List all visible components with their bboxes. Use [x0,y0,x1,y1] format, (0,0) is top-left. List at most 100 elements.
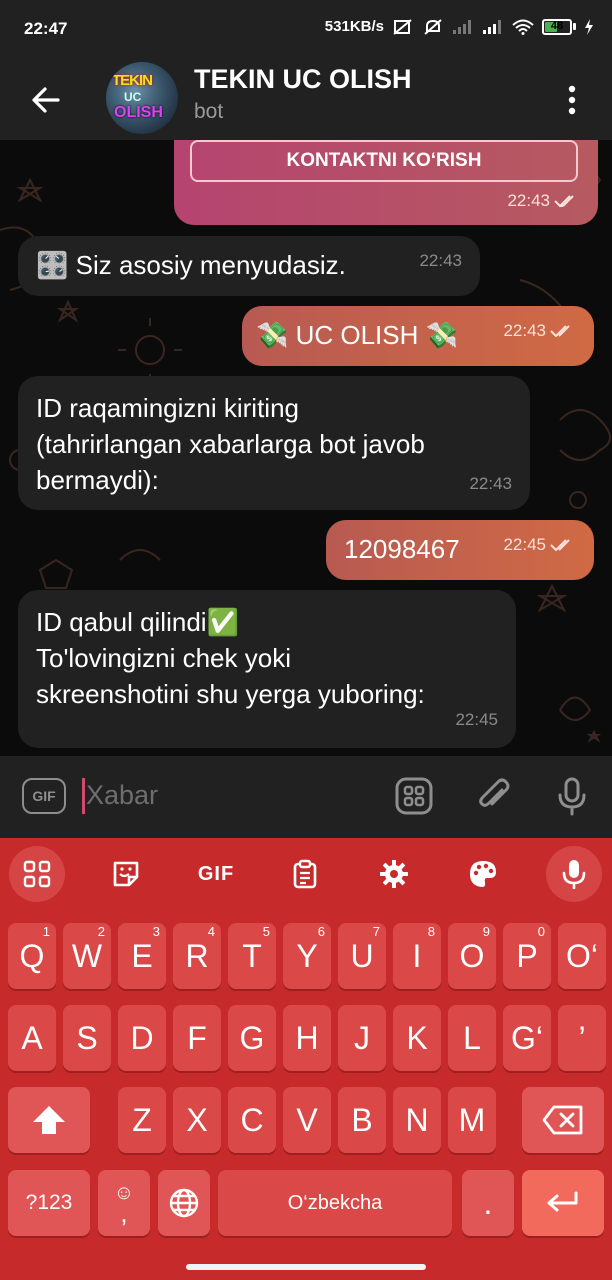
period-key[interactable]: . [462,1170,514,1236]
mute-icon [424,18,442,35]
key-hint: 3 [152,924,160,939]
keyboard: GIF Q 1 W 2 E 3 R 4 T 5 Y 6 U 7 I 8 O 9 P 0 O‘ A S D F G H J K L G‘’ … [0,838,612,1280]
key[interactable]: ’ [558,1005,606,1071]
enter-key[interactable] [522,1170,604,1236]
key[interactable]: Q1 [8,923,56,989]
message-time: 22:45 [455,710,498,729]
chat-area[interactable]: KONTAKTNI KO‘RISH 22:43 🎛️ Siz asosiy me… [0,140,612,756]
attach-icon[interactable] [474,776,514,816]
key[interactable]: H [283,1005,331,1071]
key-hint: 5 [262,924,270,939]
signal-icon [453,19,471,34]
key-hint: 0 [537,924,545,939]
key[interactable]: O9 [448,923,496,989]
key-label: W [71,937,103,974]
message-bubble-incoming[interactable]: ID raqamingizni kiriting (tahrirlangan x… [18,376,530,510]
message-bubble-incoming[interactable]: ID qabul qilindi✅ To'lovingizni chek yok… [18,590,516,748]
chat-title[interactable]: TEKIN UC OLISH [194,64,412,95]
clipboard-icon[interactable] [277,846,333,902]
key[interactable]: W2 [63,923,111,989]
key-hint: 1 [42,924,50,939]
key-label: P [516,937,538,974]
key-hint: 7 [372,924,380,939]
key[interactable]: J [338,1005,386,1071]
message-line: ID raqamingizni kiriting [36,393,299,423]
key[interactable]: M [448,1087,496,1153]
sticker-icon[interactable] [98,846,154,902]
key[interactable]: U7 [338,923,386,989]
key-hint: 6 [317,924,325,939]
message-bubble-incoming[interactable]: 🎛️ Siz asosiy menyudasiz. 22:43 [18,236,480,296]
key[interactable]: L [448,1005,496,1071]
key[interactable]: N [393,1087,441,1153]
key[interactable]: X [173,1087,221,1153]
message-bubble-outgoing[interactable]: 💸 UC OLISH 💸 22:43 [242,306,594,366]
gesture-nav-bar[interactable] [186,1264,426,1270]
read-checks-icon [550,539,570,552]
back-arrow-icon[interactable] [26,80,66,120]
theme-palette-icon[interactable] [455,846,511,902]
key[interactable]: O‘ [558,923,606,989]
message-line: skreenshotini shu yerga yuboring: [36,679,425,709]
key[interactable]: C [228,1087,276,1153]
chat-header: TEKIN UC OLISH TEKIN UC OLISH bot [0,60,612,140]
settings-gear-icon[interactable] [366,846,422,902]
microphone-icon[interactable] [552,776,592,816]
text-cursor [82,778,85,814]
network-speed: 531KB/s [324,18,384,35]
gif-button[interactable]: GIF [22,778,66,814]
contact-view-button[interactable]: KONTAKTNI KO‘RISH [190,140,578,182]
key[interactable]: G‘ [503,1005,551,1071]
key[interactable]: Z [118,1087,166,1153]
key-label: Q [19,937,45,974]
key[interactable]: D [118,1005,166,1071]
message-text: 💸 UC OLISH 💸 [256,320,458,350]
message-input[interactable]: Xabar [86,780,158,811]
language-globe-icon[interactable] [158,1170,210,1236]
key[interactable]: T5 [228,923,276,989]
backspace-key[interactable] [522,1087,604,1153]
key-label: U [350,937,374,974]
status-time: 22:47 [24,19,68,38]
key[interactable]: G [228,1005,276,1071]
bot-commands-icon[interactable] [394,776,434,816]
key[interactable]: R4 [173,923,221,989]
key[interactable]: S [63,1005,111,1071]
message-bubble-outgoing[interactable]: 12098467 22:45 [326,520,594,580]
key[interactable]: V [283,1087,331,1153]
key[interactable]: P0 [503,923,551,989]
bot-avatar[interactable]: TEKIN UC OLISH [106,62,178,134]
key[interactable]: E3 [118,923,166,989]
apps-grid-icon[interactable] [9,846,65,902]
key-label: I [412,937,422,974]
voice-input-icon[interactable] [546,846,602,902]
key-label: Y [296,937,318,974]
avatar-logo-text: UC [124,90,142,104]
space-key[interactable]: O‘zbekcha [218,1170,452,1236]
emoji-comma-key[interactable]: ☺ , [98,1170,150,1236]
key[interactable]: A [8,1005,56,1071]
message-input-bar: GIF Xabar [0,756,612,838]
message-line: To'lovingizni chek yoki [36,643,291,673]
symbols-key[interactable]: ?123 [8,1170,90,1236]
avatar-logo-text: TEKIN [112,72,153,89]
key[interactable]: I8 [393,923,441,989]
charging-icon [585,18,593,35]
message-time: 22:43 [507,191,550,210]
message-bubble-outgoing[interactable]: KONTAKTNI KO‘RISH 22:43 [174,140,598,225]
message-time: 22:43 [419,251,462,270]
read-checks-icon [554,195,574,208]
more-menu-icon[interactable] [562,80,582,120]
key-hint: 4 [207,924,215,939]
key[interactable]: Y6 [283,923,331,989]
key[interactable]: F [173,1005,221,1071]
message-time: 22:45 [503,535,546,554]
key-label: R [185,937,209,974]
shift-key[interactable] [8,1087,90,1153]
key[interactable]: B [338,1087,386,1153]
key[interactable]: K [393,1005,441,1071]
key-label: T [242,937,262,974]
gif-keyboard-button[interactable]: GIF [188,846,244,902]
message-line: ID qabul qilindi✅ [36,607,239,637]
message-time: 22:43 [503,321,546,340]
